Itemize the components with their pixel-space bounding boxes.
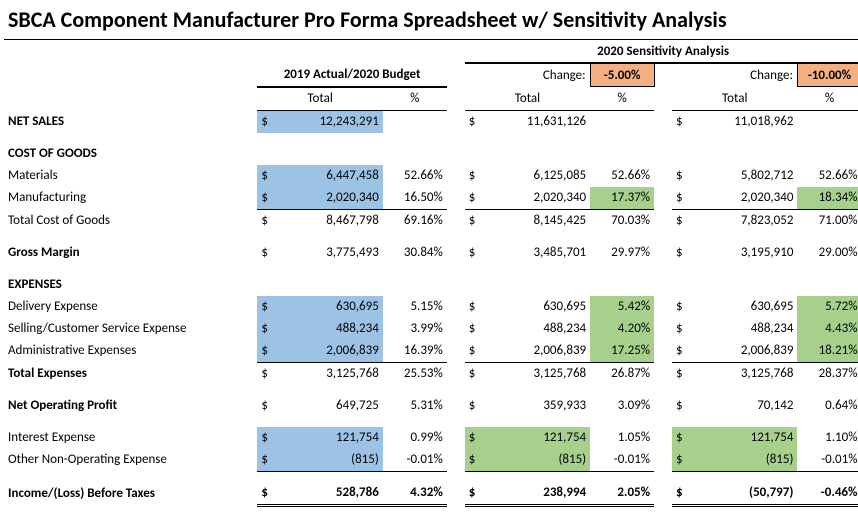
- header-row-2: 2019 Actual/2020 Budget Change: -5.00% C…: [4, 63, 858, 87]
- label-gross: Gross Margin: [4, 242, 247, 264]
- row-interest: Interest Expense $121,7540.99% $121,7541…: [4, 427, 858, 449]
- row-selling: Selling/Customer Service Expense $488,23…: [4, 318, 858, 340]
- label-total-cog: Total Cost of Goods: [4, 209, 247, 232]
- row-total-cog: Total Cost of Goods $8,467,79869.16% $8,…: [4, 209, 858, 232]
- row-delivery: Delivery Expense $630,6955.15% $630,6955…: [4, 296, 858, 318]
- col-total-1: Total: [257, 87, 382, 111]
- row-admin: Administrative Expenses $2,006,83916.39%…: [4, 340, 858, 363]
- val-netsales-2: 11,631,126: [488, 110, 590, 133]
- label-cog: COST OF GOODS: [4, 143, 247, 165]
- row-income-loss: Income/(Loss) Before Taxes $528,7864.32%…: [4, 482, 858, 506]
- row-other-nonop: Other Non-Operating Expense $(815)-0.01%…: [4, 449, 858, 472]
- budget-header: 2019 Actual/2020 Budget: [257, 63, 446, 87]
- row-total-exp: Total Expenses $3,125,76825.53% $3,125,7…: [4, 362, 858, 385]
- val-netsales-3: 11,018,962: [695, 110, 797, 133]
- header-row-1: 2020 Sensitivity Analysis: [4, 40, 858, 63]
- change-label-2: Change:: [672, 63, 797, 87]
- sensitivity-header: 2020 Sensitivity Analysis: [465, 40, 858, 63]
- col-pct-2: %: [590, 87, 654, 111]
- row-gross-margin: Gross Margin $3,775,49330.84% $3,485,701…: [4, 242, 858, 264]
- change-value-2: -10.00%: [797, 63, 858, 87]
- col-total-3: Total: [672, 87, 797, 111]
- label-manuf: Manufacturing: [4, 187, 247, 210]
- row-cog-header: COST OF GOODS: [4, 143, 858, 165]
- row-net-sales: NET SALES $12,243,291 $11,631,126 $11,01…: [4, 110, 858, 133]
- proforma-table: 2020 Sensitivity Analysis 2019 Actual/20…: [4, 40, 858, 507]
- col-pct-3: %: [797, 87, 858, 111]
- col-total-2: Total: [465, 87, 590, 111]
- val-netsales-1: 12,243,291: [280, 110, 382, 133]
- label-net-sales: NET SALES: [4, 110, 247, 133]
- change-label-1: Change:: [465, 63, 590, 87]
- change-value-1: -5.00%: [590, 63, 654, 87]
- row-exp-header: EXPENSES: [4, 274, 858, 296]
- row-materials: Materials $6,447,45852.66% $6,125,08552.…: [4, 165, 858, 187]
- label-materials: Materials: [4, 165, 247, 187]
- row-net-op: Net Operating Profit $649,7255.31% $359,…: [4, 395, 858, 417]
- row-manufacturing: Manufacturing $2,020,34016.50% $2,020,34…: [4, 187, 858, 210]
- page-title: SBCA Component Manufacturer Pro Forma Sp…: [4, 4, 858, 40]
- label-expenses: EXPENSES: [4, 274, 247, 296]
- col-pct-1: %: [383, 87, 447, 111]
- header-row-3: Total % Total % Total %: [4, 87, 858, 111]
